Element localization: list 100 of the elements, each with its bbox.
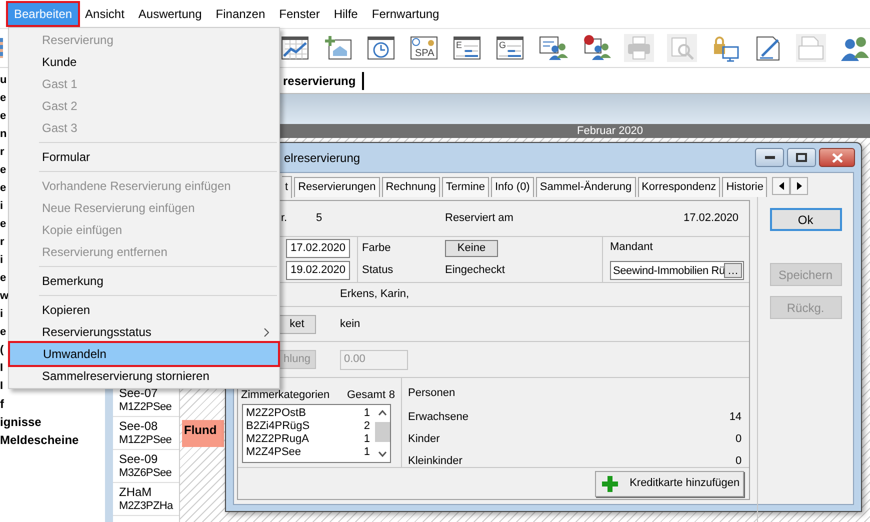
list-count: 1 xyxy=(364,446,370,459)
room-category: M2Z3PZHa xyxy=(119,499,173,513)
menu-item[interactable]: Bemerkung xyxy=(9,270,279,292)
menu-item[interactable]: Sammelreservierung stornieren xyxy=(9,365,279,387)
field-label: Kleinkinder xyxy=(408,454,464,469)
menu-item[interactable]: Kunde xyxy=(9,51,279,73)
room-category: M3Z6PSee xyxy=(119,466,172,480)
total-count: 8 xyxy=(388,389,395,402)
color-button[interactable]: Keine xyxy=(445,240,498,257)
room-category: M1Z2PSee xyxy=(119,400,172,414)
dialog-button[interactable]: Ok xyxy=(770,208,842,231)
field-label: Kinder xyxy=(408,432,441,447)
spa-calendar-icon[interactable]: SPA xyxy=(408,34,440,62)
sidebar-item[interactable]: Meldescheine xyxy=(0,431,79,449)
month-label: Februar 2020 xyxy=(577,125,644,137)
scroll-up-icon[interactable] xyxy=(378,410,386,416)
room-name: See-07 xyxy=(119,386,159,400)
close-button[interactable] xyxy=(819,148,855,167)
tab[interactable]: Reservierungen xyxy=(294,177,380,197)
list-count: 1 xyxy=(364,407,370,420)
tab[interactable]: t xyxy=(282,176,292,198)
ticket-value: kein xyxy=(340,316,360,332)
client-dropdown[interactable]: Seewind-Immobilien Rü … xyxy=(610,261,744,280)
dropdown-value: Seewind-Immobilien Rü xyxy=(612,264,724,278)
sidebar-text: I xyxy=(0,379,3,394)
restore-icon xyxy=(796,153,807,162)
date-field[interactable]: 17.02.2020 xyxy=(286,239,350,258)
field-label: Reserviert am xyxy=(445,211,514,226)
icon-label: E xyxy=(456,41,462,50)
tab[interactable]: Termine xyxy=(442,177,489,197)
sidebar-item[interactable]: f xyxy=(0,395,4,413)
list-count: 1 xyxy=(364,433,370,446)
list-count: 2 xyxy=(364,420,370,433)
document-tab[interactable]: reservierung xyxy=(283,72,364,90)
field-label: Gesamt xyxy=(347,389,387,402)
icon-label: SPA xyxy=(415,49,434,59)
browse-button[interactable]: … xyxy=(724,263,742,278)
menu-item[interactable]: Auswertung xyxy=(131,3,209,25)
list-item[interactable]: M2Z2POstB xyxy=(246,407,364,420)
maximize-button[interactable] xyxy=(787,148,816,167)
sidebar-text: e xyxy=(0,91,6,106)
tab-scroll-left-button[interactable] xyxy=(772,177,790,195)
scroll-down-icon[interactable] xyxy=(378,451,386,457)
menu-item[interactable]: Fenster xyxy=(272,3,327,25)
menu-item[interactable]: Kopieren xyxy=(9,299,279,321)
minimize-icon xyxy=(764,156,774,159)
add-house-icon[interactable] xyxy=(322,34,354,62)
sidebar-text: u xyxy=(0,73,6,88)
sidebar-text: e xyxy=(0,271,6,286)
sidebar-text: r xyxy=(0,235,4,250)
sidebar-text: e xyxy=(0,109,6,124)
menu-item[interactable]: Ansicht xyxy=(78,3,132,25)
tab[interactable]: Info (0) xyxy=(491,177,534,197)
tab[interactable]: Korrespondenz xyxy=(638,177,720,197)
list-item[interactable]: M2Z4PSee xyxy=(246,446,364,459)
users-icon[interactable] xyxy=(838,34,870,62)
right-arrow-icon xyxy=(796,182,802,190)
category-list[interactable]: M2Z2POstB 1 B2Zi4PRügS 2 M2Z2PRugA 1 M2Z4PSee 1 xyxy=(242,404,391,463)
status-value: Eingecheckt xyxy=(445,263,505,278)
person-count: 0 xyxy=(735,432,742,447)
menu-item[interactable]: Finanzen xyxy=(208,3,272,25)
sidebar-text: e xyxy=(0,181,6,196)
menu-item[interactable]: Formular xyxy=(9,146,279,168)
menu-item[interactable]: Umwandeln xyxy=(10,343,278,365)
sidebar-text: n xyxy=(0,127,6,142)
scroll-thumb[interactable] xyxy=(374,422,390,442)
reservation-number: 5 xyxy=(316,211,324,226)
list-item[interactable]: B2Zi4PRügS xyxy=(246,420,364,433)
field-label: Status xyxy=(362,263,394,278)
menu-item[interactable]: Reservierungsstatus xyxy=(9,321,279,343)
line-chart-icon[interactable] xyxy=(279,34,311,62)
room-name: ZHaM xyxy=(119,485,153,499)
sidebar-text: e xyxy=(0,163,6,178)
sidebar-item[interactable]: ignisse xyxy=(0,413,42,431)
booking-bar[interactable]: Flund xyxy=(182,420,224,447)
tab[interactable]: Sammel-Änderung xyxy=(536,177,636,197)
list-form-icon[interactable]: G xyxy=(494,34,526,62)
ticket-button[interactable]: ket xyxy=(278,314,316,334)
field-label: Erwachsene xyxy=(408,410,470,425)
menu-item[interactable]: Hilfe xyxy=(326,3,365,25)
minimize-button[interactable] xyxy=(755,148,784,167)
room-category: M1Z2PSee xyxy=(119,433,172,447)
add-credit-card-button[interactable]: Kreditkarte hinzufügen xyxy=(594,470,744,496)
tab[interactable]: Historie xyxy=(722,177,768,197)
field-label: Personen xyxy=(408,387,456,400)
clock-icon[interactable] xyxy=(365,34,397,62)
tab[interactable]: Rechnung xyxy=(382,177,440,197)
sidebar-text: w xyxy=(0,289,8,304)
sidebar-text: e xyxy=(0,325,6,340)
sidebar-text: I xyxy=(0,361,3,376)
guest-list-icon[interactable] xyxy=(537,34,569,62)
person-count: 0 xyxy=(735,454,742,469)
date-field[interactable]: 19.02.2020 xyxy=(286,261,350,280)
sidebar-text: e xyxy=(0,217,6,232)
list-form-icon[interactable]: E xyxy=(451,34,483,62)
list-item[interactable]: M2Z2PRugA xyxy=(246,433,364,446)
sidebar-text: i xyxy=(0,253,3,268)
menu-item[interactable]: Fernwartung xyxy=(364,3,446,25)
tab-scroll-right-button[interactable] xyxy=(790,177,808,195)
sidebar-text: i xyxy=(0,199,3,214)
